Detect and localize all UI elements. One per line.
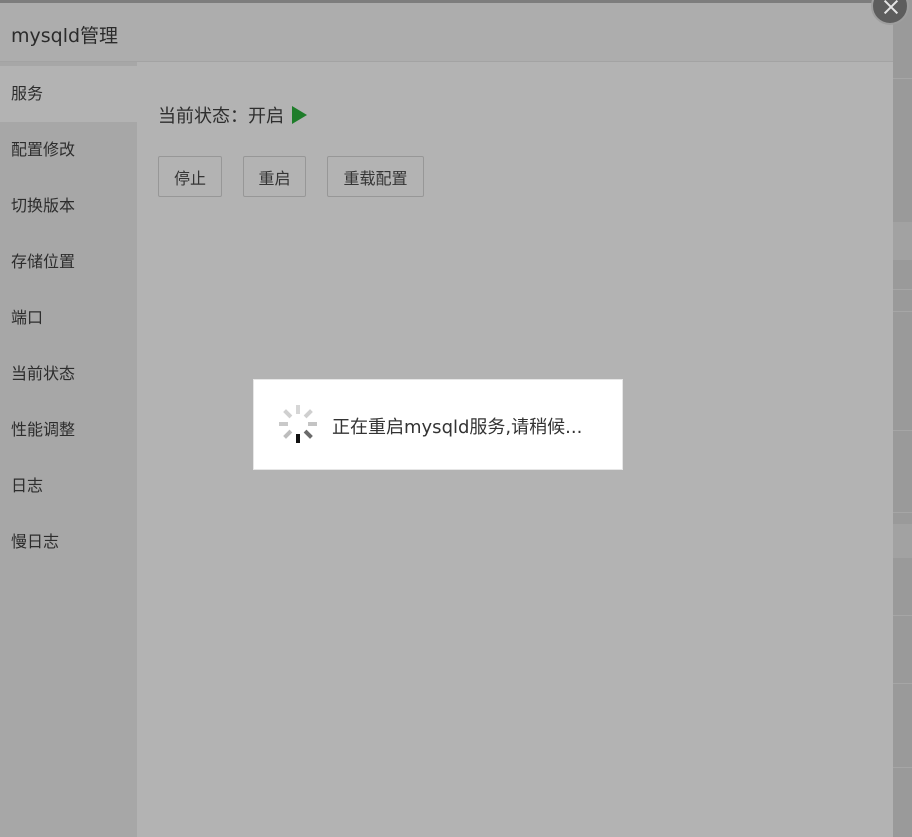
sidebar-item-log[interactable]: 日志 — [0, 458, 137, 514]
play-icon — [292, 106, 307, 124]
page-backdrop — [893, 0, 912, 837]
spinner-icon — [279, 405, 317, 443]
status-label: 当前状态：开启 — [158, 106, 284, 127]
loading-toast: 正在重启mysqld服务,请稍候... — [253, 379, 623, 470]
sidebar-item-storage[interactable]: 存储位置 — [0, 234, 137, 290]
sidebar-item-config[interactable]: 配置修改 — [0, 122, 137, 178]
sidebar: 服务 配置修改 切换版本 存储位置 端口 当前状态 性能调整 日志 慢日志 — [0, 62, 137, 837]
sidebar-item-service[interactable]: 服务 — [0, 66, 137, 122]
dialog-title: mysqld管理 — [11, 25, 119, 47]
restart-button[interactable]: 重启 — [243, 156, 306, 197]
sidebar-item-status[interactable]: 当前状态 — [0, 346, 137, 402]
loading-message: 正在重启mysqld服务,请稍候... — [332, 417, 583, 438]
sidebar-item-performance[interactable]: 性能调整 — [0, 402, 137, 458]
sidebar-item-port[interactable]: 端口 — [0, 290, 137, 346]
reload-config-button[interactable]: 重载配置 — [327, 156, 424, 197]
sidebar-item-slow-log[interactable]: 慢日志 — [0, 514, 137, 570]
sidebar-item-version[interactable]: 切换版本 — [0, 178, 137, 234]
stop-button[interactable]: 停止 — [158, 156, 222, 197]
service-status: 当前状态：开启 — [158, 102, 307, 128]
dialog-header: mysqld管理 — [0, 3, 893, 62]
